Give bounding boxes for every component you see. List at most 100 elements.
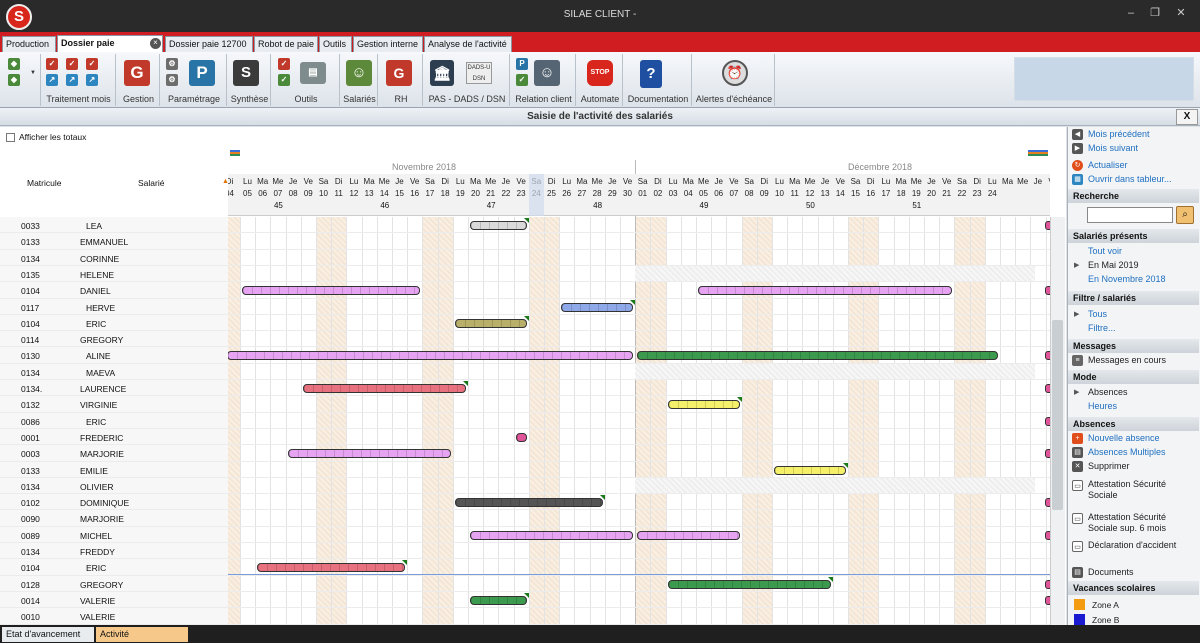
row-salarie[interactable]: LAURENCE	[80, 384, 126, 394]
row-matricule[interactable]: 0089	[21, 531, 40, 541]
payslip-check-icon[interactable]: ✓	[66, 58, 78, 70]
alarm-clock-icon[interactable]: ⏰	[722, 60, 748, 86]
employees-icon[interactable]: ☺	[346, 60, 372, 86]
next-month-link[interactable]: Mois suivant	[1088, 143, 1138, 153]
filter-all-link[interactable]: Tous	[1088, 309, 1107, 319]
search-icon[interactable]: ⌕	[1176, 206, 1194, 224]
row-matricule[interactable]: 0014	[21, 596, 40, 606]
row-salarie[interactable]: DANIEL	[80, 286, 111, 296]
row-salarie[interactable]: ERIC	[86, 563, 106, 573]
row-salarie[interactable]: VALERIE	[80, 612, 115, 622]
tool-red-icon[interactable]: ✓	[278, 58, 290, 70]
row-matricule[interactable]: 0104	[21, 563, 40, 573]
row-matricule[interactable]: 0117	[21, 303, 39, 313]
multiple-absences-link[interactable]: Absences Multiples	[1088, 447, 1166, 457]
client-green-icon[interactable]: ✓	[516, 74, 528, 86]
row-matricule[interactable]: 0133	[21, 466, 40, 476]
previous-month-link[interactable]: Mois précédent	[1088, 129, 1150, 139]
row-salarie[interactable]: OLIVIER	[80, 482, 114, 492]
search-input[interactable]	[1087, 207, 1173, 223]
export-icon[interactable]: ↗	[46, 74, 58, 86]
attestation-link[interactable]: Attestation Sécurité Sociale	[1088, 479, 1188, 501]
help-book-icon[interactable]: ?	[640, 60, 662, 88]
row-salarie[interactable]: HELENE	[80, 270, 114, 280]
toolbox-icon[interactable]: ▤	[300, 62, 326, 84]
row-salarie[interactable]: HERVE	[86, 303, 115, 313]
absence-bar[interactable]	[228, 351, 634, 361]
row-salarie[interactable]: CORINNE	[80, 254, 119, 264]
app-logo-icon[interactable]: S	[6, 4, 32, 30]
tab-robot-de-paie[interactable]: Robot de paie	[254, 36, 318, 52]
absence-bar[interactable]	[470, 221, 527, 230]
row-matricule[interactable]: 0033	[21, 221, 40, 231]
bank-icon[interactable]: 🏛	[430, 60, 454, 86]
row-salarie[interactable]: EMMANUEL	[80, 237, 128, 247]
row-salarie[interactable]: EMILIE	[80, 466, 108, 476]
row-salarie[interactable]: ERIC	[86, 417, 106, 427]
payslip-icon[interactable]: ✓	[46, 58, 58, 70]
absence-bar[interactable]	[470, 595, 527, 605]
close-window-button[interactable]: ✕	[1170, 6, 1192, 22]
documents-link[interactable]: Documents	[1088, 567, 1134, 577]
row-matricule[interactable]: 0135	[21, 270, 40, 280]
dsn-icon[interactable]: DADS-U DSN	[466, 62, 492, 84]
attestation-6-months-link[interactable]: Attestation Sécurité Sociale sup. 6 mois	[1088, 512, 1193, 534]
row-matricule[interactable]: 0104	[21, 286, 40, 296]
row-matricule[interactable]: 0090	[21, 514, 40, 524]
absence-bar[interactable]	[242, 286, 421, 296]
row-salarie[interactable]: VIRGINIE	[80, 400, 117, 410]
rh-icon[interactable]: G	[386, 60, 412, 86]
show-totals-checkbox[interactable]	[6, 133, 15, 142]
row-matricule[interactable]: 0003	[21, 449, 40, 459]
relation-client-icon[interactable]: ☺	[534, 60, 560, 86]
row-matricule[interactable]: 0010	[21, 612, 40, 622]
row-matricule[interactable]: 0134	[21, 547, 40, 557]
scrollbar-thumb[interactable]	[1052, 320, 1063, 510]
minimize-button[interactable]: –	[1120, 6, 1142, 22]
delete-absence-link[interactable]: Supprimer	[1088, 461, 1130, 471]
absence-bar[interactable]	[454, 498, 603, 508]
row-salarie[interactable]: GREGORY	[80, 580, 123, 590]
client-icon[interactable]: P	[516, 58, 528, 70]
tab-etat-avancement[interactable]: Etat d'avancement	[2, 627, 94, 642]
row-salarie[interactable]: VALERIE	[80, 596, 115, 606]
stop-icon[interactable]: STOP	[587, 60, 613, 86]
absence-bar[interactable]	[287, 449, 451, 459]
maximize-button[interactable]: ❐	[1144, 6, 1166, 22]
row-salarie[interactable]: ERIC	[86, 319, 106, 329]
row-matricule[interactable]: 0001	[21, 433, 40, 443]
absence-bar[interactable]	[257, 563, 406, 573]
row-matricule[interactable]: 0114	[21, 335, 39, 345]
row-matricule[interactable]: 0130	[21, 351, 40, 361]
close-tab-icon[interactable]: ×	[150, 38, 161, 49]
row-salarie[interactable]: FREDERIC	[80, 433, 123, 443]
row-matricule[interactable]: 0104	[21, 319, 40, 329]
absence-bar[interactable]	[454, 318, 527, 328]
tab-production[interactable]: Production	[2, 36, 56, 52]
mode-hours-link[interactable]: Heures	[1088, 401, 1117, 411]
synthese-icon[interactable]: S	[233, 60, 259, 86]
tab-outils[interactable]: Outils	[319, 36, 352, 52]
column-header-matricule[interactable]: Matricule	[27, 178, 61, 188]
row-salarie[interactable]: MICHEL	[80, 531, 112, 541]
column-header-salarie[interactable]: Salarié	[138, 178, 164, 188]
new-absence-link[interactable]: Nouvelle absence	[1088, 433, 1160, 443]
tab-analyse-activite[interactable]: Analyse de l'activité	[424, 36, 512, 52]
row-matricule[interactable]: 0134.	[21, 384, 42, 394]
messages-current-link[interactable]: Messages en cours	[1088, 355, 1166, 365]
row-matricule[interactable]: 0086	[21, 417, 40, 427]
filter-custom-link[interactable]: Filtre...	[1088, 323, 1116, 333]
row-salarie[interactable]: LEA	[86, 221, 102, 231]
refresh-link[interactable]: Actualiser	[1088, 160, 1128, 170]
present-may-option[interactable]: En Mai 2019	[1088, 260, 1139, 270]
show-all-link[interactable]: Tout voir	[1088, 246, 1122, 256]
tab-dossier-paie-12700[interactable]: Dossier paie 12700	[165, 36, 253, 52]
row-salarie[interactable]: GREGORY	[80, 335, 123, 345]
absence-bar[interactable]	[515, 432, 527, 442]
transfer-icon[interactable]: ↗	[66, 74, 78, 86]
row-salarie[interactable]: DOMINIQUE	[80, 498, 129, 508]
row-salarie[interactable]: MAEVA	[86, 368, 115, 378]
row-salarie[interactable]: MARJORIE	[80, 449, 124, 459]
employee-icon[interactable]: ◆	[8, 58, 20, 70]
row-matricule[interactable]: 0132	[21, 400, 40, 410]
